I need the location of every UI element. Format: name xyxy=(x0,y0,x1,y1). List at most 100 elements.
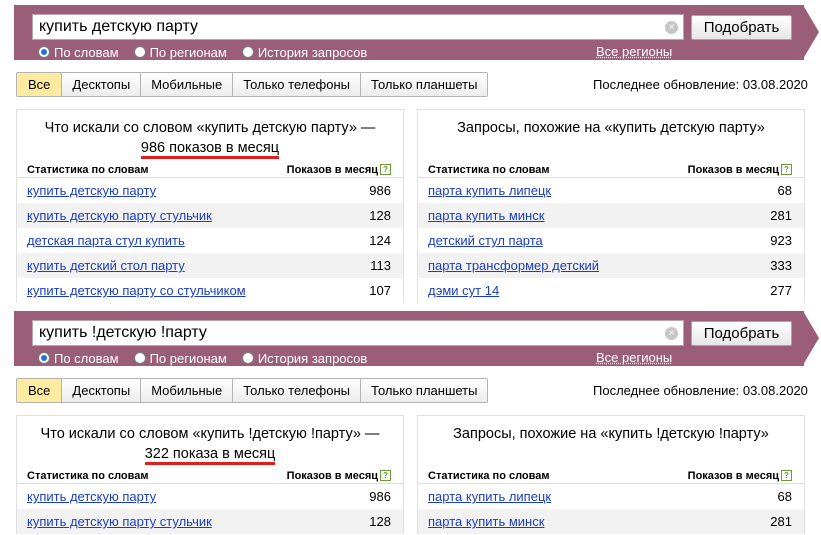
similar-list: парта купить липецк 68 парта купить минск… xyxy=(418,484,804,534)
search-mode-radios: По словам По регионам История запросов xyxy=(38,44,382,60)
radio-by-regions[interactable]: По регионам xyxy=(133,45,227,60)
tab-phones-only[interactable]: Только телефоны xyxy=(232,73,361,96)
col-shows-label: Показов в месяц xyxy=(286,164,378,176)
tab-phones-only[interactable]: Только телефоны xyxy=(232,379,361,402)
radio-label: История запросов xyxy=(257,44,368,60)
all-regions-link[interactable]: Все регионы xyxy=(596,350,672,365)
search-bar-arrow xyxy=(803,5,819,59)
phrase-count: 128 xyxy=(369,208,391,223)
last-updated: Последнее обновление: 03.08.2020 xyxy=(593,383,808,398)
phrase-link[interactable]: парта купить липецк xyxy=(428,484,551,509)
phrase-count: 68 xyxy=(777,183,792,198)
tab-desktops[interactable]: Десктопы xyxy=(61,73,141,96)
words-panel: Что искали со словом «купить детскую пар… xyxy=(16,109,404,303)
phrase-link[interactable]: детский стул парта xyxy=(428,228,543,253)
radio-icon[interactable] xyxy=(241,352,254,364)
panel-title: Запросы, похожие на «купить детскую парт… xyxy=(457,120,765,136)
panel-title-text: Что искали со словом «купить детскую пар… xyxy=(44,120,376,136)
help-icon[interactable]: ? xyxy=(380,470,391,481)
search-input[interactable]: купить детскую парту xyxy=(32,14,684,40)
monthly-shows-total: 986 показов в месяц xyxy=(140,140,280,159)
panel-title: Что искали со словом «купить !детскую !п… xyxy=(17,416,403,468)
table-row: парта купить минск 281 xyxy=(418,509,804,534)
phrase-link[interactable]: детская парта стул купить xyxy=(27,228,185,253)
phrase-link[interactable]: купить детскую парту стульчик xyxy=(27,203,212,228)
col-words: Статистика по словам xyxy=(428,164,550,176)
phrase-count: 986 xyxy=(369,183,391,198)
radio-label: История запросов xyxy=(257,350,368,366)
phrase-link[interactable]: купить детский стол парту xyxy=(27,253,185,278)
tab-all[interactable]: Все xyxy=(17,379,62,402)
radio-by-words[interactable]: По словам xyxy=(38,351,119,366)
radio-icon[interactable] xyxy=(133,46,146,58)
similar-panel: Запросы, похожие на «купить !детскую !па… xyxy=(417,415,805,534)
search-button[interactable]: Подобрать xyxy=(691,15,792,40)
table-header: Статистика по словам Показов в месяц? xyxy=(418,468,804,484)
tab-mobile[interactable]: Мобильные xyxy=(140,73,233,96)
radio-icon[interactable] xyxy=(241,46,254,58)
radio-checked-icon[interactable] xyxy=(38,352,50,364)
tab-desktops[interactable]: Десктопы xyxy=(61,379,141,402)
similar-panel: Запросы, похожие на «купить детскую парт… xyxy=(417,109,805,303)
search-input[interactable]: купить !детскую !парту xyxy=(32,320,684,346)
phrase-count: 113 xyxy=(370,258,391,273)
radio-label: По регионам xyxy=(149,350,227,366)
radio-history[interactable]: История запросов xyxy=(241,44,368,60)
table-row: купить детскую парту со стульчиком 107 xyxy=(17,278,403,303)
col-shows-label: Показов в месяц xyxy=(687,470,779,482)
phrase-link[interactable]: парта купить минск xyxy=(428,509,544,534)
all-regions-link[interactable]: Все регионы xyxy=(596,44,672,59)
clear-icon[interactable]: × xyxy=(665,327,678,340)
radio-label: По словам xyxy=(54,44,119,60)
help-icon[interactable]: ? xyxy=(781,164,792,175)
table-header: Статистика по словам Показов в месяц? xyxy=(17,468,403,484)
table-row: детская парта стул купить 124 xyxy=(17,228,403,253)
tab-tablets-only[interactable]: Только планшеты xyxy=(360,379,488,402)
help-icon[interactable]: ? xyxy=(380,164,391,175)
phrase-link[interactable]: дэми сут 14 xyxy=(428,278,499,303)
radio-by-regions[interactable]: По регионам xyxy=(133,350,227,366)
device-tabs: Все Десктопы Мобильные Только телефоны Т… xyxy=(16,378,489,403)
tab-all[interactable]: Все xyxy=(17,73,62,96)
last-updated: Последнее обновление: 03.08.2020 xyxy=(593,77,808,92)
search-bar: купить !детскую !парту × Подобрать По сл… xyxy=(14,311,804,366)
phrase-link[interactable]: парта трансформер детский xyxy=(428,253,599,278)
monthly-shows-total: 322 показа в месяц xyxy=(144,446,276,465)
table-row: купить детскую парту 986 xyxy=(17,484,403,509)
phrase-count: 124 xyxy=(369,233,391,248)
words-list: купить детскую парту 986 купить детскую п… xyxy=(17,484,403,534)
phrase-count: 68 xyxy=(777,489,792,504)
clear-icon[interactable]: × xyxy=(665,21,678,34)
phrase-count: 333 xyxy=(770,258,792,273)
panel-title: Запросы, похожие на «купить !детскую !па… xyxy=(453,426,769,442)
radio-history[interactable]: История запросов xyxy=(241,350,368,366)
search-mode-radios: По словам По регионам История запросов xyxy=(38,350,382,366)
col-shows: Показов в месяц? xyxy=(688,162,792,177)
col-shows: Показов в месяц? xyxy=(688,468,792,483)
table-header: Статистика по словам Показов в месяц? xyxy=(17,162,403,178)
col-words: Статистика по словам xyxy=(27,470,149,482)
similar-list: парта купить липецк 68 парта купить минск… xyxy=(418,178,804,303)
phrase-count: 923 xyxy=(770,233,792,248)
search-button[interactable]: Подобрать xyxy=(691,321,792,346)
phrase-link[interactable]: купить детскую парту стульчик xyxy=(27,509,212,534)
phrase-link[interactable]: купить детскую парту xyxy=(27,484,156,509)
radio-icon[interactable] xyxy=(133,352,146,364)
col-shows-label: Показов в месяц xyxy=(286,470,378,482)
phrase-link[interactable]: купить детскую парту xyxy=(27,178,156,203)
search-bar-arrow xyxy=(803,311,819,365)
phrase-count: 281 xyxy=(770,514,792,529)
phrase-count: 281 xyxy=(770,208,792,223)
tab-mobile[interactable]: Мобильные xyxy=(140,379,233,402)
radio-label: По словам xyxy=(54,350,119,366)
phrase-link[interactable]: купить детскую парту со стульчиком xyxy=(27,278,246,303)
phrase-link[interactable]: парта купить минск xyxy=(428,203,544,228)
table-header: Статистика по словам Показов в месяц? xyxy=(418,162,804,178)
radio-by-words[interactable]: По словам xyxy=(38,45,119,60)
help-icon[interactable]: ? xyxy=(781,470,792,481)
tab-tablets-only[interactable]: Только планшеты xyxy=(360,73,488,96)
table-row: купить детскую парту стульчик 128 xyxy=(17,509,403,534)
phrase-link[interactable]: парта купить липецк xyxy=(428,178,551,203)
radio-checked-icon[interactable] xyxy=(38,46,50,58)
table-row: купить детскую парту 986 xyxy=(17,178,403,203)
